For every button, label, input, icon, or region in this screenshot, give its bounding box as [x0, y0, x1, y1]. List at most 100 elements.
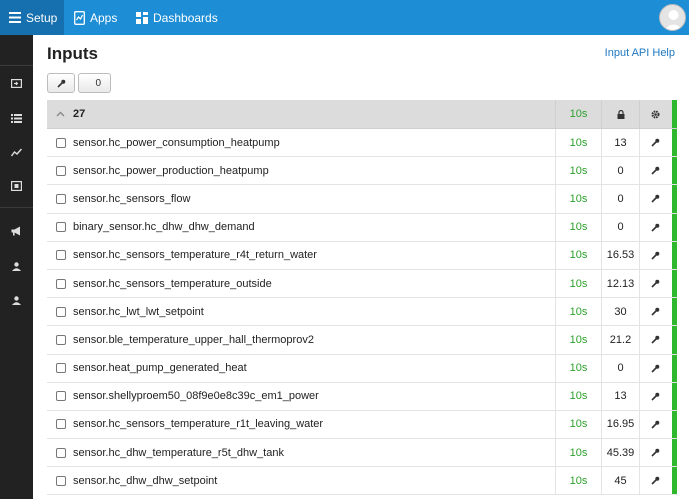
nav-apps-label: Apps	[90, 10, 118, 25]
nav-setup[interactable]: Setup	[0, 0, 64, 35]
input-name-cell: sensor.hc_dhw_dhw_setpoint	[47, 467, 555, 494]
edit-input-button[interactable]	[639, 354, 671, 382]
input-row[interactable]: sensor.hc_sensors_temperature_r1t_leavin…	[47, 410, 677, 440]
input-value: 13	[601, 129, 639, 157]
input-name-cell: sensor.hc_sensors_temperature_r4t_return…	[47, 242, 555, 269]
edit-input-button[interactable]	[639, 326, 671, 354]
status-bar	[672, 157, 677, 185]
edit-input-button[interactable]	[639, 439, 671, 467]
row-checkbox[interactable]	[56, 278, 66, 289]
input-row[interactable]: sensor.heat_pump_generated_heat 10s 0	[47, 354, 677, 383]
edit-input-button[interactable]	[639, 410, 671, 439]
input-api-help-link[interactable]: Input API Help	[605, 47, 675, 59]
input-row[interactable]: sensor.shellyproem50_08f9e0e8c39c_em1_po…	[47, 382, 677, 411]
row-checkbox[interactable]	[56, 137, 66, 148]
row-checkbox[interactable]	[56, 334, 66, 345]
feeds-icon	[11, 113, 22, 123]
lock-column[interactable]	[601, 100, 639, 128]
input-value: 45	[601, 467, 639, 495]
row-checkbox[interactable]	[56, 447, 66, 458]
status-bar	[672, 354, 677, 382]
input-row[interactable]: sensor.hc_sensors_temperature_r4t_return…	[47, 241, 677, 270]
chevron-up-icon[interactable]	[56, 111, 65, 117]
input-value: 21.2	[601, 326, 639, 354]
input-name: sensor.heat_pump_generated_heat	[73, 362, 247, 375]
input-name: sensor.shellyproem50_08f9e0e8c39c_em1_po…	[73, 390, 319, 403]
input-name: sensor.hc_dhw_temperature_r5t_dhw_tank	[73, 446, 284, 459]
row-checkbox[interactable]	[56, 306, 66, 317]
settings-column[interactable]	[639, 100, 671, 128]
edit-input-button[interactable]	[639, 298, 671, 326]
row-checkbox[interactable]	[56, 165, 66, 176]
row-checkbox[interactable]	[56, 363, 66, 374]
input-value: 16.53	[601, 241, 639, 269]
input-name: binary_sensor.hc_dhw_dhw_demand	[73, 221, 255, 234]
edit-input-button[interactable]	[639, 185, 671, 213]
row-checkbox[interactable]	[56, 419, 66, 430]
wrench-icon	[651, 392, 660, 401]
sidebar-item-user[interactable]	[0, 252, 33, 280]
input-row[interactable]: sensor.hc_power_consumption_heatpump 10s 1…	[47, 129, 677, 158]
group-time: 10s	[555, 100, 601, 128]
input-updated: 10s	[555, 298, 601, 326]
status-bar	[672, 269, 677, 298]
edit-input-button[interactable]	[639, 467, 671, 495]
page-title: Inputs	[47, 44, 98, 63]
sidebar-item-feeds[interactable]	[0, 104, 33, 132]
input-row[interactable]: sensor.hc_dhw_temperature_r5t_dhw_tank 10…	[47, 439, 677, 468]
nav-apps[interactable]: Apps	[74, 0, 117, 35]
input-row[interactable]: binary_sensor.hc_dhw_dhw_demand 10s 0	[47, 213, 677, 242]
status-bar	[672, 213, 677, 241]
edit-input-button[interactable]	[639, 213, 671, 241]
sidebar-item-admin[interactable]	[0, 286, 33, 314]
edit-input-button[interactable]	[639, 241, 671, 269]
edit-input-button[interactable]	[639, 382, 671, 410]
nav-setup-label: Setup	[26, 10, 58, 25]
status-bar	[672, 382, 677, 410]
dashboard-icon	[136, 11, 148, 24]
input-name-cell: sensor.hc_dhw_temperature_r5t_dhw_tank	[47, 439, 555, 466]
hamburger-icon	[9, 12, 21, 23]
input-updated: 10s	[555, 467, 601, 495]
sidebar-item-inputs[interactable]	[0, 69, 33, 97]
input-value: 30	[601, 298, 639, 326]
row-checkbox[interactable]	[56, 391, 66, 402]
edit-input-button[interactable]	[639, 129, 671, 157]
input-row[interactable]: sensor.hc_sensors_temperature_outside 10s…	[47, 269, 677, 299]
input-updated: 10s	[555, 129, 601, 157]
row-checkbox[interactable]	[56, 193, 66, 204]
status-bar	[672, 326, 677, 354]
edit-button[interactable]	[47, 73, 75, 93]
sidebar-item-graphs[interactable]	[0, 138, 33, 166]
wrench-icon	[56, 79, 65, 88]
status-bar	[672, 129, 677, 157]
input-name: sensor.hc_sensors_temperature_r4t_return…	[73, 249, 317, 262]
selected-count-button[interactable]: 0	[78, 73, 111, 93]
input-name: sensor.hc_power_production_heatpump	[73, 164, 269, 177]
input-updated: 10s	[555, 213, 601, 241]
input-row[interactable]: sensor.ble_temperature_upper_hall_thermo…	[47, 326, 677, 355]
input-value: 45.39	[601, 439, 639, 467]
edit-input-button[interactable]	[639, 269, 671, 298]
sidebar-item-visualization[interactable]	[0, 172, 33, 200]
wrench-icon	[651, 279, 660, 288]
status-bar	[672, 100, 677, 128]
row-checkbox[interactable]	[56, 250, 66, 261]
row-checkbox[interactable]	[56, 222, 66, 233]
edit-input-button[interactable]	[639, 157, 671, 185]
input-row[interactable]: sensor.hc_sensors_flow 10s 0	[47, 185, 677, 214]
wrench-icon	[651, 223, 660, 232]
wrench-icon	[651, 307, 660, 316]
input-row[interactable]: sensor.hc_dhw_dhw_setpoint 10s 45	[47, 467, 677, 496]
input-row[interactable]: sensor.hc_power_production_heatpump 10s 0	[47, 157, 677, 186]
group-header-row[interactable]: 27 10s	[47, 100, 677, 129]
row-checkbox[interactable]	[56, 475, 66, 486]
sidebar-item-announce[interactable]	[0, 217, 33, 245]
graph-icon	[11, 148, 22, 156]
top-navbar: Setup Apps Dashboards	[0, 0, 689, 35]
user-avatar[interactable]	[659, 4, 686, 31]
wrench-icon	[651, 251, 660, 260]
wrench-icon	[651, 138, 660, 147]
nav-dashboards[interactable]: Dashboards	[136, 0, 218, 35]
input-row[interactable]: sensor.hc_lwt_lwt_setpoint 10s 30	[47, 298, 677, 327]
